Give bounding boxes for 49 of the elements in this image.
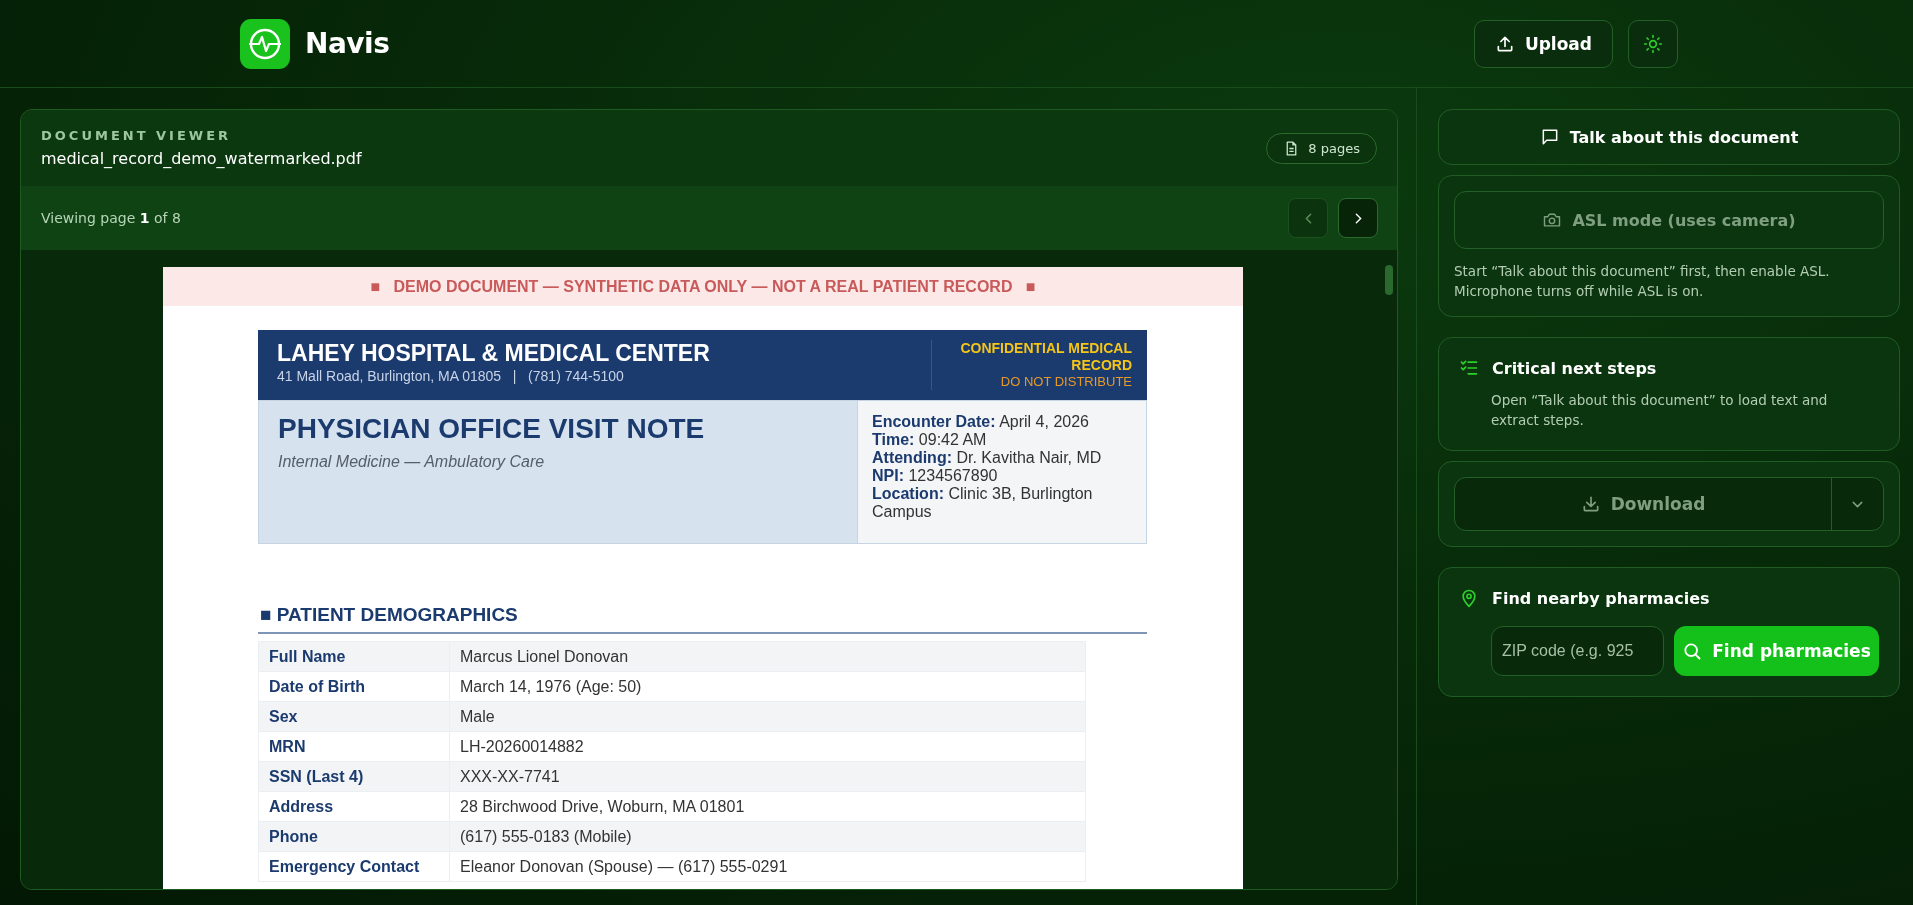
section-heading: ■ PATIENT DEMOGRAPHICS [258,604,1147,634]
table-cell: Address [258,791,450,822]
location-pin-icon [1459,588,1479,608]
distribution-label: DO NOT DISTRIBUTE [1000,374,1132,389]
app-name: Navis [305,27,390,60]
table-cell: March 14, 1976 (Age: 50) [449,671,1086,702]
table-cell: (617) 555-0183 (Mobile) [449,821,1086,852]
table-cell: SSN (Last 4) [258,761,450,792]
zip-code-field[interactable]: ZIP code (e.g. 925 [1491,626,1664,676]
table-cell: LH-20260014882 [449,731,1086,762]
table-cell: Full Name [258,641,450,672]
talk-button[interactable]: Talk about this document [1438,109,1900,165]
table-cell: MRN [258,731,450,762]
table-cell: Male [449,701,1086,732]
panel-label: DOCUMENT VIEWER [41,128,233,143]
table-cell: Marcus Lionel Donovan [449,641,1086,672]
document-subtitle: Internal Medicine — Ambulatory Care [278,453,546,471]
page-count-badge: 8 pages [1266,132,1377,164]
hospital-name: LAHEY HOSPITAL & MEDICAL CENTER [277,340,710,367]
card-title: Find nearby pharmacies [1492,588,1710,608]
table-cell: 28 Birchwood Drive, Woburn, MA 01801 [449,791,1086,822]
table-cell: Date of Birth [258,671,450,702]
table-cell: Emergency Contact [258,851,450,882]
next-page-button[interactable] [1338,198,1378,238]
encounter-field: Location: Clinic 3B, Burlington Campus [872,485,1132,521]
table-cell: Phone [258,821,450,852]
upload-button[interactable]: Upload [1473,19,1613,68]
encounter-field: Encounter Date: April 4, 2026 [872,413,1132,431]
table-cell: XXX-XX-7741 [449,761,1086,792]
hospital-address: 41 Mall Road, Burlington, MA 01805 | (781) 744-5100 [277,368,625,384]
sun-icon [1643,33,1663,54]
asl-note: Start “Talk about this document” first, then enable ASL. Microphone turns off while ASL is on. [1454,262,1831,301]
checklist-icon [1459,358,1479,378]
encounter-field: Time: 09:42 AM [872,431,1132,449]
card-title: Critical next steps [1492,358,1657,378]
demo-banner: ■ DEMO DOCUMENT — SYNTHETIC DATA ONLY — NOT A REAL PATIENT RECORD ■ [163,267,1243,306]
encounter-field: NPI: 1234567890 [872,467,1132,485]
theme-toggle-button[interactable] [1628,19,1678,68]
document-title: PHYSICIAN OFFICE VISIT NOTE [278,413,706,445]
search-icon [1682,641,1703,661]
camera-icon [1542,210,1563,230]
confidential-label: CONFIDENTIAL MEDICAL RECORD [959,340,1132,374]
encounter-field: Attending: Dr. Kavitha Nair, MD [872,449,1132,467]
page-status: Viewing page 1 of 8 [41,210,181,226]
table-cell: Sex [258,701,450,732]
steps-message: Open “Talk about this document” to load text and extract steps. [1491,391,1829,430]
file-name: medical_record_demo_watermarked.pdf [41,149,362,168]
app-logo-icon [240,18,290,69]
table-cell: Eleanor Donovan (Spouse) — (617) 555-0291 [449,851,1086,882]
